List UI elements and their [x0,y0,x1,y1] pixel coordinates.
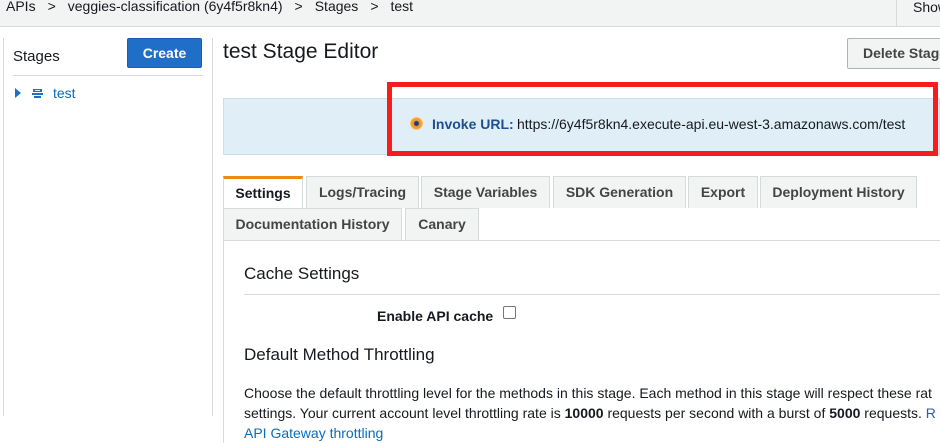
throttling-burst: 5000 [829,405,861,421]
tab-canary[interactable]: Canary [405,208,479,240]
section-divider [244,294,940,295]
tab-settings[interactable]: Settings [223,176,303,208]
tab-stage-variables[interactable]: Stage Variables [421,176,550,208]
create-button[interactable]: Create [127,38,202,68]
divider [13,75,203,76]
tab-deployment-history[interactable]: Deployment History [760,176,917,208]
stage-icon [32,89,43,98]
caret-right-icon[interactable] [15,88,21,98]
highlight-annotation-box [387,82,938,156]
breadcrumb-separator: > [47,0,56,14]
api-gateway-throttling-link[interactable]: API Gateway throttling [244,425,383,441]
enable-api-cache-checkbox[interactable] [503,306,516,319]
delete-stage-button[interactable]: Delete Stage [847,38,940,69]
stage-label[interactable]: test [53,85,76,101]
throttling-description-line2: settings. Your current account level thr… [244,405,936,421]
show-button[interactable]: Show [896,0,940,27]
tab-sdk-generation[interactable]: SDK Generation [553,176,686,208]
read-more-link[interactable]: R [926,405,936,421]
tab-logs-tracing[interactable]: Logs/Tracing [306,176,419,208]
throttling-rate: 10000 [564,405,604,421]
tab-export[interactable]: Export [688,176,758,208]
text-segment: requests. [860,405,926,421]
breadcrumb-separator: > [370,0,379,14]
throttling-description-line1: Choose the default throttling level for … [244,385,932,401]
text-segment: requests per second with a burst of [603,405,830,421]
breadcrumb-stages[interactable]: Stages [315,0,359,14]
breadcrumb-api-name[interactable]: veggies-classification (6y4f5r8kn4) [68,0,283,14]
page-title: test Stage Editor [223,40,379,63]
panel-border [212,38,213,416]
breadcrumb-bar: APIs > veggies-classification (6y4f5r8kn4)… [0,0,940,27]
breadcrumb-separator: > [294,0,303,14]
breadcrumb: APIs > veggies-classification (6y4f5r8kn4)… [6,0,413,14]
cache-settings-heading: Cache Settings [244,264,360,283]
enable-api-cache-label: Enable API cache [377,308,494,324]
stages-title: Stages [13,48,60,65]
content-border [223,240,224,443]
tabs-divider [223,240,940,241]
throttling-heading: Default Method Throttling [244,345,435,364]
panel-border [3,38,4,416]
breadcrumb-apis[interactable]: APIs [6,0,36,14]
text-segment: settings. Your current account level thr… [244,405,565,421]
breadcrumb-current: test [390,0,414,14]
tab-documentation-history[interactable]: Documentation History [223,208,402,240]
